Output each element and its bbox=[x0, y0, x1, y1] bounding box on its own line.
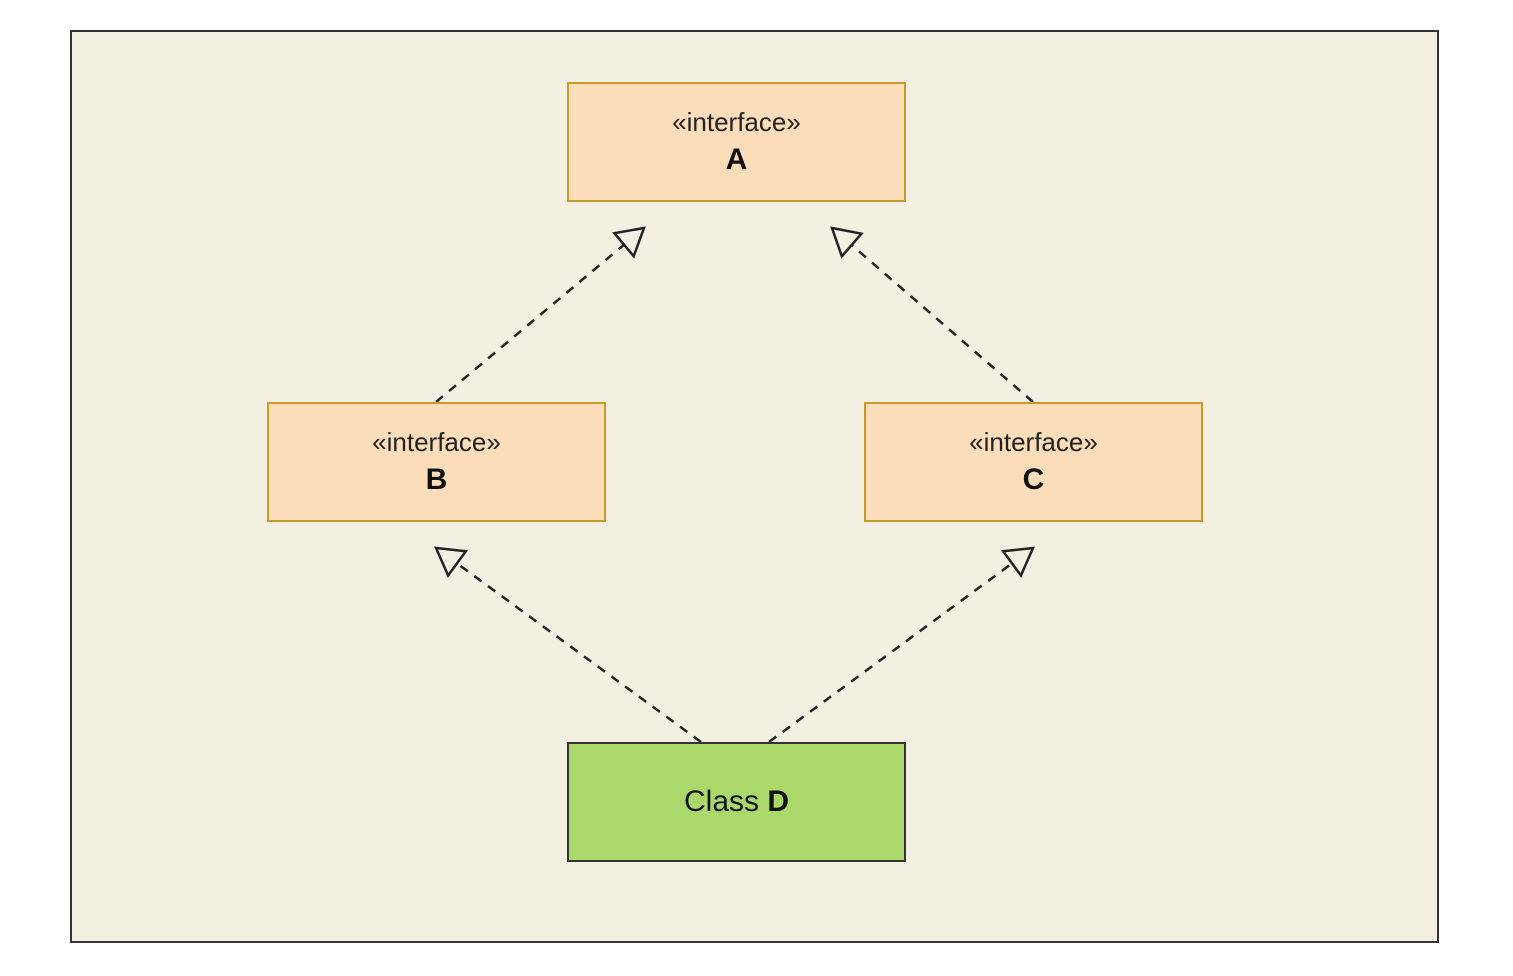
realization-arrowhead-d-b bbox=[436, 548, 466, 575]
interface-c-node: «interface» C bbox=[864, 402, 1203, 522]
interface-a-stereotype: «interface» bbox=[672, 106, 801, 139]
interface-a-node: «interface» A bbox=[567, 82, 906, 202]
class-d-name: D bbox=[767, 785, 789, 818]
class-d-label: Class D bbox=[684, 783, 789, 821]
diagram-frame: «interface» A «interface» B «interface» … bbox=[70, 30, 1439, 943]
class-d-node: Class D bbox=[567, 742, 906, 862]
interface-b-node: «interface» B bbox=[267, 402, 606, 522]
diagram-canvas: «interface» A «interface» B «interface» … bbox=[0, 0, 1513, 976]
class-d-label-prefix: Class bbox=[684, 785, 767, 818]
realization-arrowhead-c-a bbox=[832, 228, 861, 256]
interface-c-stereotype: «interface» bbox=[969, 426, 1098, 459]
realization-edge-d-b bbox=[457, 563, 701, 742]
realization-arrowhead-d-c bbox=[1003, 548, 1033, 575]
realization-edge-d-c bbox=[769, 563, 1012, 742]
interface-c-name: C bbox=[1023, 461, 1045, 499]
realization-arrowhead-b-a bbox=[614, 228, 644, 256]
interface-a-name: A bbox=[726, 141, 748, 179]
realization-edge-b-a bbox=[436, 245, 624, 402]
interface-b-name: B bbox=[426, 461, 448, 499]
interface-b-stereotype: «interface» bbox=[372, 426, 501, 459]
realization-edge-c-a bbox=[852, 245, 1033, 402]
